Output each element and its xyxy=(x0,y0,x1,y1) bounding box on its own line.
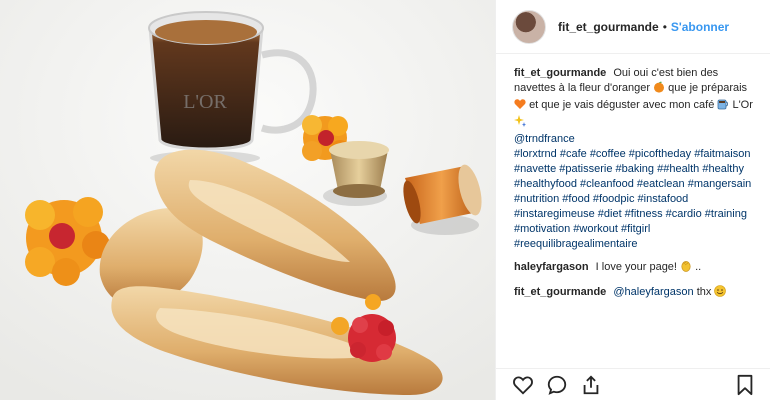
post-header: fit_et_gourmande • S'abonner xyxy=(496,0,770,54)
orange-heart-icon xyxy=(514,98,526,115)
post-sidebar: fit_et_gourmande • S'abonner fit_et_gour… xyxy=(495,0,770,400)
caption-text-2: que je préparais xyxy=(668,82,748,94)
comment-icon[interactable] xyxy=(546,374,568,396)
heart-icon[interactable] xyxy=(512,374,534,396)
caption-text-4: L'Or xyxy=(732,99,753,111)
header-username[interactable]: fit_et_gourmande xyxy=(558,20,659,34)
comment-item: fit_et_gourmande @haleyfargason thx xyxy=(514,285,754,302)
follow-button[interactable]: S'abonner xyxy=(671,20,729,34)
post-photo[interactable]: L'OR xyxy=(0,0,495,400)
comment-text: thx xyxy=(696,286,712,298)
caption-username[interactable]: fit_et_gourmande xyxy=(514,67,606,79)
clapping-hands-icon xyxy=(680,260,692,277)
comment-suffix: .. xyxy=(695,261,702,273)
hashtags[interactable]: #lorxtrnd #cafe #coffee #picoftheday #fa… xyxy=(514,148,751,250)
coffee-cup-icon xyxy=(717,98,729,115)
orange-emoji-icon xyxy=(653,81,665,98)
cup-logo: L'OR xyxy=(183,91,227,113)
sparkles-icon xyxy=(514,115,526,132)
photo-illustration: L'OR xyxy=(0,0,495,400)
caption-text-3: et que je vais déguster avec mon café xyxy=(529,99,715,111)
share-icon[interactable] xyxy=(580,374,602,396)
bookmark-icon[interactable] xyxy=(734,374,756,396)
comment-text: I love your page! xyxy=(595,261,677,273)
smiling-face-icon xyxy=(714,285,727,302)
comments-section: fit_et_gourmande Oui oui c'est bien des … xyxy=(496,54,770,302)
action-bar xyxy=(496,368,770,400)
mention-link[interactable]: @trndfrance xyxy=(514,133,575,145)
comment-item: haleyfargason I love your page! .. xyxy=(514,260,754,277)
instagram-post: L'OR fit_et_gourmande • S'abonner fit_et… xyxy=(0,0,770,400)
comment-username[interactable]: haleyfargason xyxy=(514,261,589,273)
comment-mention[interactable]: @haleyfargason xyxy=(613,286,693,298)
comment-username[interactable]: fit_et_gourmande xyxy=(514,286,606,298)
avatar[interactable] xyxy=(512,9,546,44)
header-separator: • xyxy=(662,19,667,34)
caption: fit_et_gourmande Oui oui c'est bien des … xyxy=(514,66,754,252)
